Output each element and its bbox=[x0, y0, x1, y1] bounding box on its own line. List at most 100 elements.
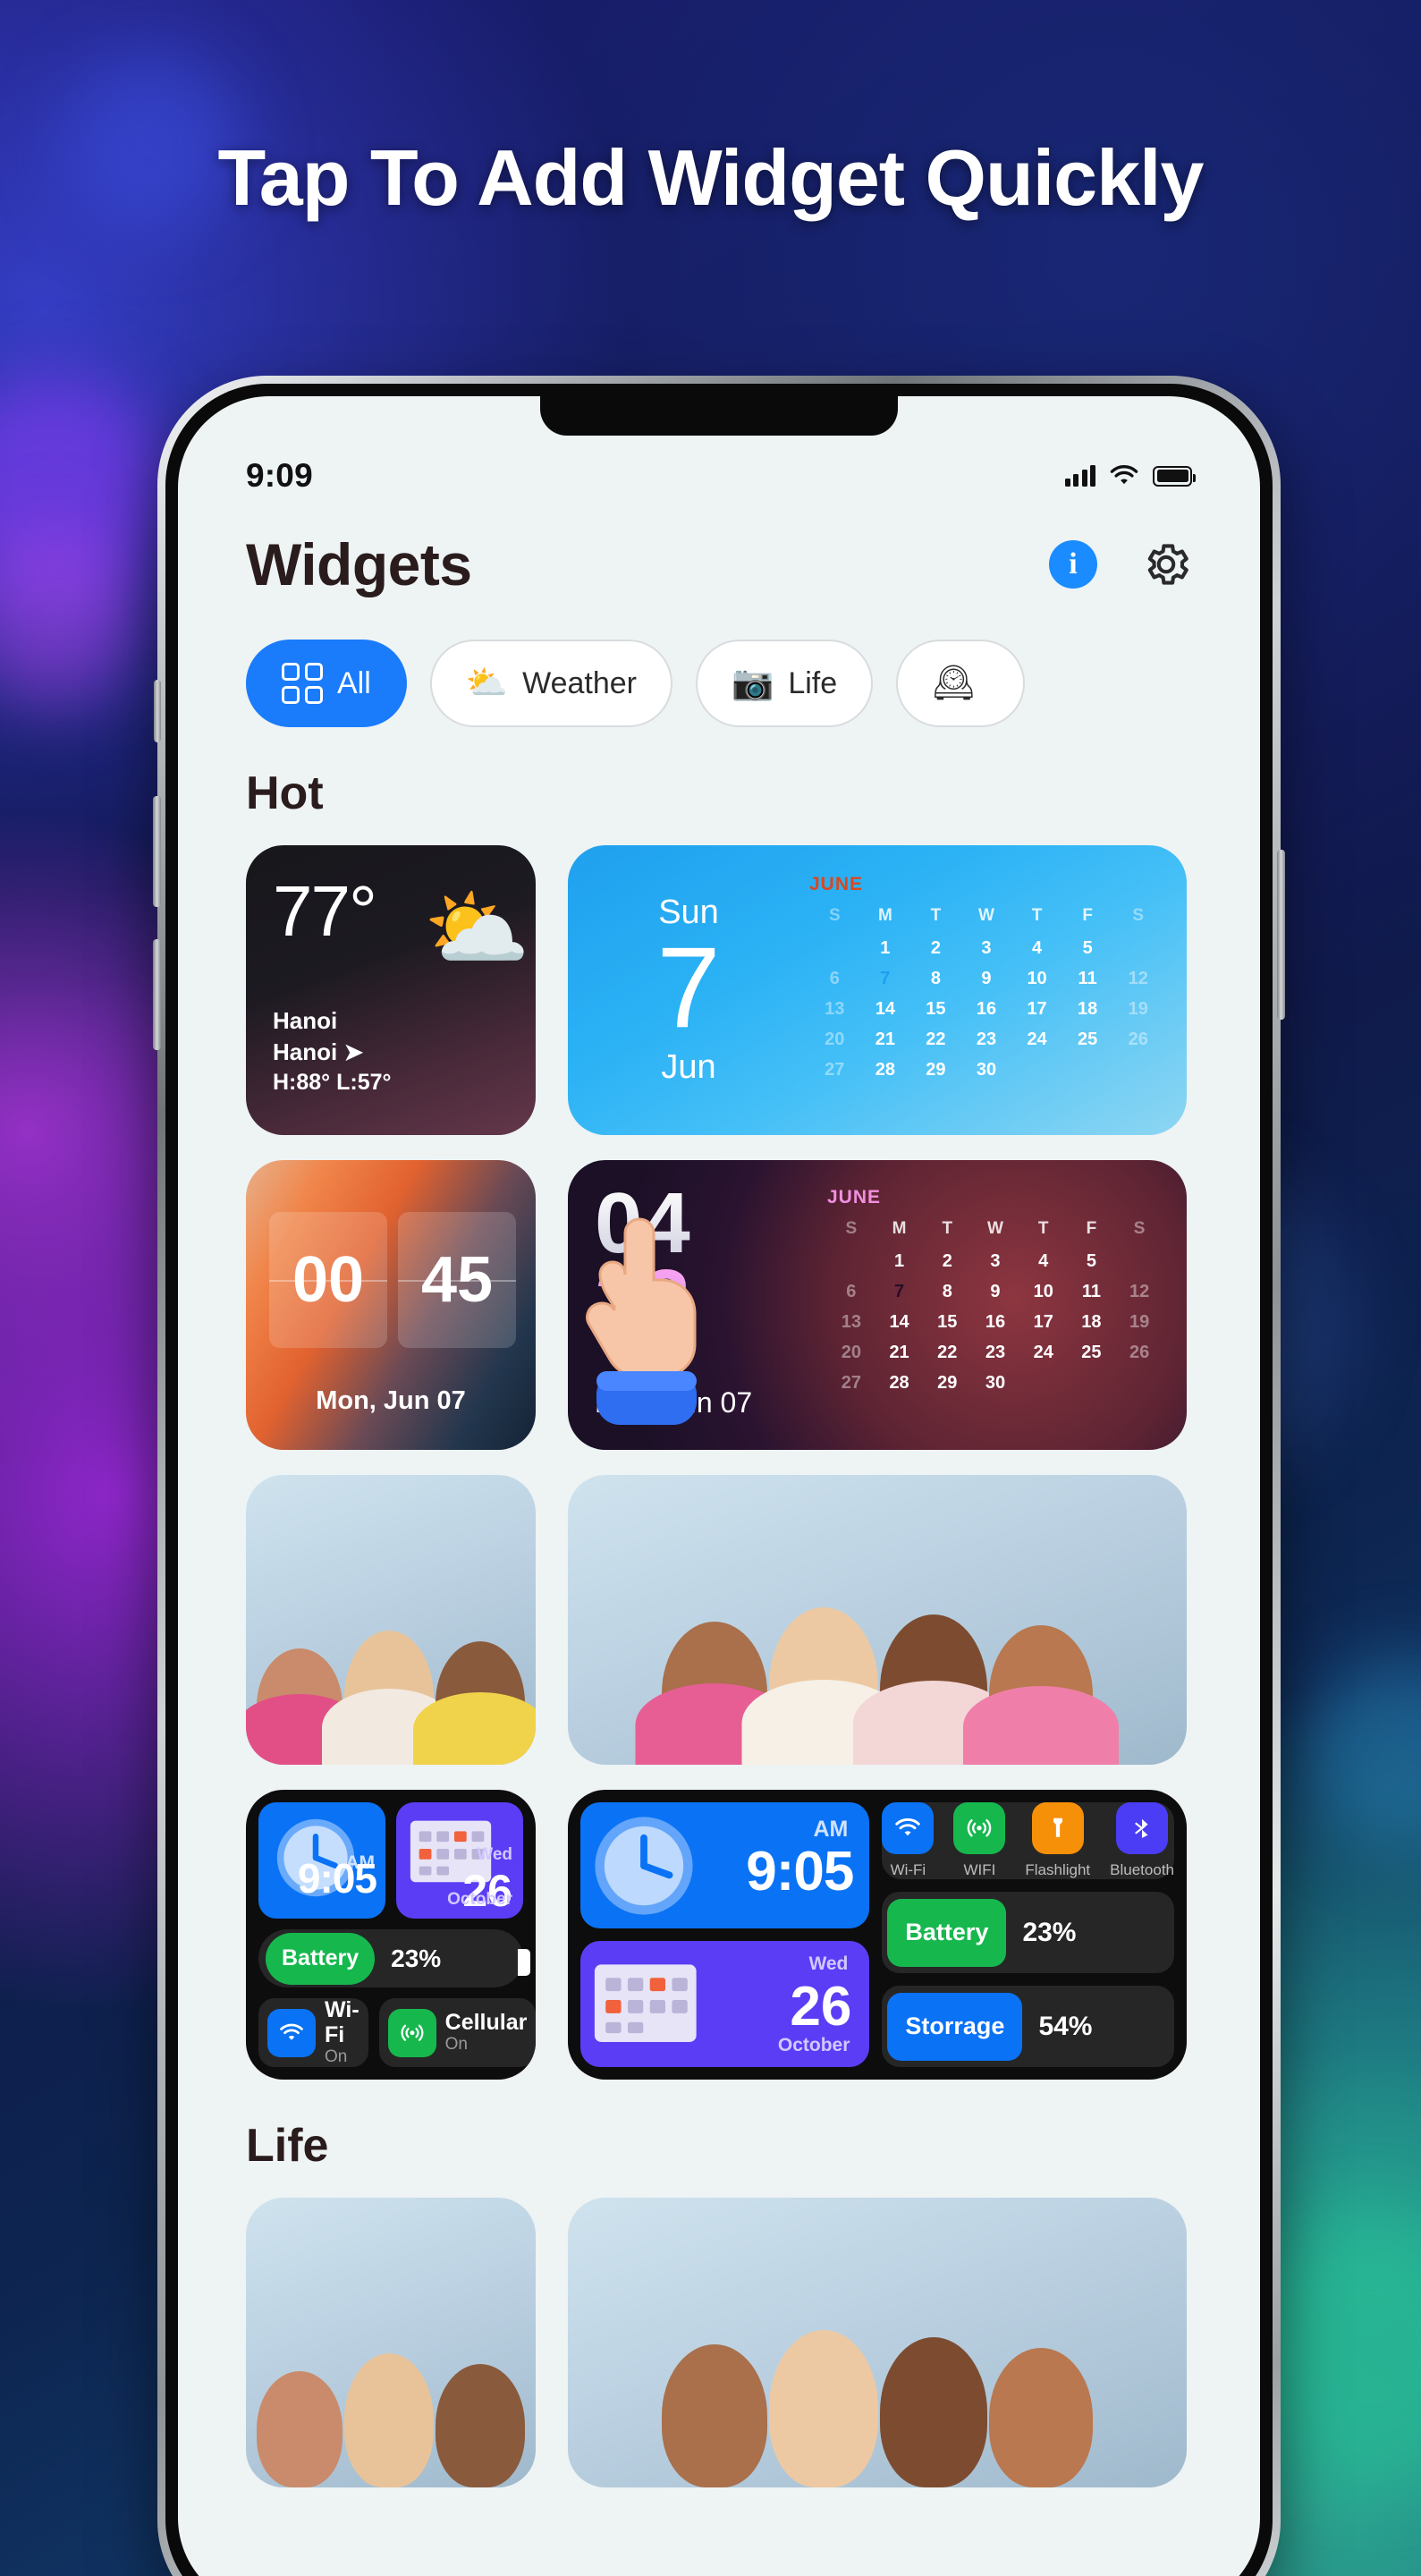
widget-life-photo-small[interactable] bbox=[246, 2198, 536, 2487]
calendar-day-cell: 5 bbox=[1082, 938, 1093, 958]
widget-life-photo-large[interactable] bbox=[568, 2198, 1187, 2487]
header-actions: i bbox=[1049, 538, 1192, 590]
calendar-day-cell: 3 bbox=[990, 1251, 1001, 1271]
dark-clock-date: Mon, Jun 07 bbox=[595, 1386, 753, 1419]
calendar-day-cell: 10 bbox=[1027, 969, 1047, 988]
shortcut-flashlight[interactable]: Flashlight bbox=[1025, 1802, 1090, 1879]
calendar-dow: F bbox=[1086, 1219, 1097, 1238]
shortcut-bluetooth[interactable]: Bluetooth bbox=[1110, 1802, 1174, 1879]
calendar-day-cell: 19 bbox=[1128, 999, 1148, 1019]
four-friends-selfie-photo bbox=[568, 1475, 1187, 1765]
status-time: 9:09 bbox=[246, 457, 313, 494]
shortcut-label: Flashlight bbox=[1025, 1861, 1091, 1878]
cellular-tower-icon bbox=[953, 1802, 1006, 1854]
chip-label: Wi-Fi bbox=[325, 1997, 359, 2047]
utility-calendar-tile[interactable]: Wed 26 October bbox=[580, 1941, 870, 2067]
grid-icon bbox=[282, 663, 323, 704]
calendar-icon bbox=[594, 1964, 697, 2042]
utility-clock-tile[interactable]: AM 9:05 bbox=[580, 1802, 870, 1928]
calendar-day-cell: 22 bbox=[926, 1030, 946, 1049]
calendar-day-cell: 11 bbox=[1078, 969, 1097, 988]
widget-row: AM 9:05 Wed 26 October Battery 23% Wi-Fi… bbox=[178, 1765, 1260, 2080]
dark-clock-minutes: 22 bbox=[595, 1258, 827, 1343]
clock-icon: 🕰 bbox=[932, 665, 976, 702]
calendar-day: 7 bbox=[656, 924, 721, 1053]
power-button[interactable] bbox=[1277, 850, 1285, 1020]
calendar-day-cell: 12 bbox=[1128, 969, 1148, 988]
clock-time: 9:05 bbox=[746, 1841, 854, 1902]
calendar-dow: M bbox=[892, 1219, 907, 1238]
sun-behind-cloud-icon: ⛅ bbox=[423, 881, 530, 977]
widget-utility-small[interactable]: AM 9:05 Wed 26 October Battery 23% Wi-Fi… bbox=[246, 1790, 536, 2080]
widget-calendar-blue[interactable]: Sun 7 Jun JUNE S M T W T F S 1 2 3 4 5 6 7 8 9 10 11 12 13 1… bbox=[568, 845, 1187, 1135]
storage-bar[interactable]: Storrage 54% bbox=[882, 1986, 1174, 2067]
page-title: Widgets bbox=[246, 531, 472, 597]
widget-calendar-dark[interactable]: 04 22 Mon, Jun 07 JUNE SMTWTFS1234567891… bbox=[568, 1160, 1187, 1450]
bokeh-blob bbox=[1306, 1655, 1421, 1852]
calendar-day-cell: 15 bbox=[937, 1312, 958, 1332]
mute-switch[interactable] bbox=[154, 680, 161, 742]
utility-calendar-tile[interactable]: Wed 26 October bbox=[396, 1802, 523, 1919]
calendar-dow: M bbox=[877, 906, 892, 925]
flip-hours: 00 bbox=[269, 1212, 387, 1348]
widget-photo-large[interactable] bbox=[568, 1475, 1187, 1765]
calendar-day-cell bbox=[1112, 935, 1163, 962]
calendar-day-cell: 10 bbox=[1033, 1282, 1053, 1301]
calendar-day-cell: 17 bbox=[1027, 999, 1047, 1019]
battery-label: Battery bbox=[266, 1932, 376, 1985]
phone-bezel: 9:09 Widgets i All ⛅ Weather 📷 Life 🕰 Ho… bbox=[165, 384, 1273, 2576]
sun-cloud-icon: ⛅ bbox=[465, 665, 509, 702]
utility-left-column: AM 9:05 Wed 26 October bbox=[580, 1802, 870, 2067]
calendar-day-cell: 25 bbox=[1081, 1343, 1102, 1362]
category-tabs[interactable]: All ⛅ Weather 📷 Life 🕰 bbox=[178, 598, 1260, 727]
calendar-day-cell: 6 bbox=[829, 969, 840, 988]
calendar-day-cell: 24 bbox=[1033, 1343, 1053, 1362]
calendar-day-cell: 18 bbox=[1078, 999, 1098, 1019]
calendar-day-cell: 14 bbox=[889, 1312, 909, 1332]
three-friends-selfie-photo bbox=[246, 1475, 536, 1765]
calendar-day-cell: 26 bbox=[1128, 1030, 1148, 1049]
promo-headline: Tap To Add Widget Quickly bbox=[217, 133, 1205, 222]
flip-minutes: 45 bbox=[398, 1212, 516, 1348]
calendar-day-cell: 20 bbox=[841, 1343, 861, 1362]
calendar-dow: F bbox=[1082, 906, 1093, 925]
gear-icon[interactable] bbox=[1140, 538, 1192, 590]
calendar-day: 26 bbox=[790, 1976, 852, 2038]
chip-wifi[interactable]: Wi-Fi On bbox=[258, 1997, 368, 2067]
utility-top-row: AM 9:05 Wed 26 October bbox=[258, 1802, 523, 1919]
tab-life[interactable]: 📷 Life bbox=[696, 640, 874, 727]
shortcut-label: Bluetooth bbox=[1110, 1861, 1174, 1878]
info-circle-icon[interactable]: i bbox=[1049, 540, 1097, 589]
shortcut-cellular[interactable]: WIFI bbox=[953, 1802, 1006, 1879]
calendar-day-cell: 1 bbox=[894, 1251, 905, 1271]
tab-weather[interactable]: ⛅ Weather bbox=[429, 640, 673, 727]
widget-flip-clock[interactable]: 00 45 Mon, Jun 07 bbox=[246, 1160, 536, 1450]
tab-clock[interactable]: 🕰 bbox=[896, 640, 1026, 727]
tab-all[interactable]: All bbox=[246, 640, 407, 727]
shortcut-wifi[interactable]: Wi-Fi bbox=[882, 1802, 935, 1879]
shortcut-label: Wi-Fi bbox=[890, 1861, 926, 1878]
calendar-day-cell: 19 bbox=[1129, 1312, 1150, 1332]
widget-utility-wide[interactable]: AM 9:05 Wed 26 October Wi-Fi WIFI Flashl… bbox=[568, 1790, 1187, 2080]
section-title-life: Life bbox=[246, 2120, 329, 2172]
calendar-day-cell bbox=[1062, 1056, 1113, 1083]
widget-photo-small[interactable] bbox=[246, 1475, 536, 1765]
chip-cellular[interactable]: Cellular On bbox=[378, 1998, 536, 2067]
calendar-day-cell: 6 bbox=[846, 1282, 857, 1301]
volume-down-button[interactable] bbox=[153, 939, 161, 1050]
battery-bar[interactable]: Battery 23% bbox=[882, 1892, 1174, 1973]
battery-bar[interactable]: Battery 23% bbox=[258, 1929, 530, 1987]
calendar-day-cell: 21 bbox=[875, 1030, 895, 1049]
calendar-day-cell bbox=[1068, 1369, 1116, 1396]
shortcut-tile: Wi-Fi WIFI Flashlight Bluetooth bbox=[882, 1802, 1174, 1879]
calendar-dow: S bbox=[1133, 1219, 1146, 1238]
utility-clock-tile[interactable]: AM 9:05 bbox=[258, 1802, 385, 1919]
calendar-day-cell: 23 bbox=[985, 1343, 1006, 1362]
widget-weather[interactable]: 77° ⛅ Hanoi Hanoi ➤ H:88° L:57° bbox=[246, 845, 536, 1135]
volume-up-button[interactable] bbox=[153, 796, 161, 907]
calendar-dow: T bbox=[1037, 1219, 1049, 1238]
app-header: Widgets i bbox=[178, 500, 1260, 598]
camera-icon: 📷 bbox=[732, 665, 774, 702]
wifi-icon bbox=[267, 2008, 316, 2057]
status-icons bbox=[1064, 464, 1196, 487]
